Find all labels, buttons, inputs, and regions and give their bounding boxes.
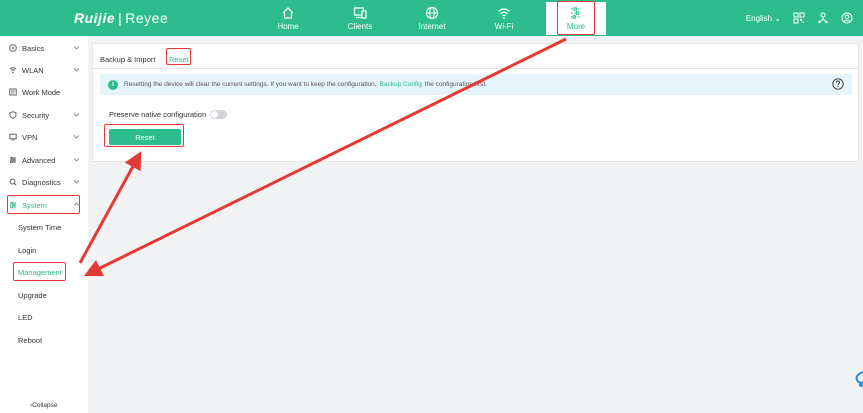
- info-text-end: the configuration first.: [424, 81, 487, 88]
- preserve-config-label: Preserve native configuration: [109, 110, 207, 119]
- sidebar-item-label: VPN: [22, 132, 38, 142]
- top-nav-bar: Ruijie | Reyee Home Clients Internet Wi-Fi…: [0, 0, 863, 36]
- sidebar-item-work-mode[interactable]: Work Mode: [0, 82, 88, 102]
- sidebar-subitem-led[interactable]: LED: [0, 307, 88, 327]
- info-icon: i: [108, 79, 118, 90]
- info-banner: i Resetting the device will clear the cu…: [100, 74, 852, 95]
- annotation-box-more: [557, 1, 595, 35]
- floating-assistant-icon[interactable]: [853, 370, 863, 388]
- language-label: English: [745, 13, 773, 23]
- basics-icon: [9, 44, 17, 52]
- user-account-icon[interactable]: [841, 12, 853, 24]
- annotation-box-management: [13, 262, 66, 281]
- sidebar-item-diagnostics[interactable]: Diagnostics: [0, 172, 88, 192]
- sidebar-item-label: Advanced: [22, 155, 56, 165]
- wifi-icon: [498, 7, 510, 19]
- brand-name-right: Reyee: [125, 10, 169, 26]
- chevron-down-icon: [73, 113, 80, 117]
- nav-home[interactable]: Home: [258, 0, 318, 36]
- sidebar-subitem-label: LED: [18, 312, 33, 322]
- arrow-management-to-reset: [78, 151, 142, 264]
- tab-backup-import[interactable]: Backup & Import: [100, 55, 155, 64]
- globe-icon: [425, 6, 439, 19]
- sidebar-item-basics[interactable]: Basics: [0, 38, 88, 58]
- sidebar-subitem-reboot[interactable]: Reboot: [0, 330, 88, 350]
- clients-icon: [353, 6, 367, 19]
- nav-wifi-label: Wi-Fi: [494, 21, 514, 31]
- collapse-button[interactable]: ‹Collapse: [30, 402, 57, 409]
- language-selector[interactable]: English ⌄: [746, 14, 781, 23]
- sidebar-item-vpn[interactable]: VPN: [0, 127, 88, 147]
- sidebar-item-advanced[interactable]: Advanced: [0, 150, 88, 170]
- reset-panel: Backup & Import Reset i Resetting the de…: [92, 43, 859, 162]
- brand-logo: Ruijie | Reyee: [74, 10, 168, 26]
- annotation-box-reset-tab: [166, 48, 191, 65]
- vpn-icon: [9, 133, 17, 141]
- help-icon[interactable]: [832, 78, 844, 90]
- nav-clients-label: Clients: [347, 21, 373, 31]
- security-icon: [9, 111, 17, 119]
- workmode-icon: [9, 88, 17, 96]
- tab-divider: [93, 68, 858, 69]
- sidebar-item-label: Security: [22, 110, 50, 120]
- network-icon[interactable]: [817, 12, 829, 24]
- brand-name-left: Ruijie: [74, 10, 116, 26]
- sidebar-subitem-label: Reboot: [18, 335, 43, 345]
- qr-code-icon[interactable]: [793, 12, 805, 24]
- collapse-label: Collapse: [32, 402, 58, 409]
- annotation-box-system: [7, 195, 80, 214]
- sidebar-subitem-label: System Time: [18, 222, 62, 232]
- nav-internet-label: Internet: [418, 21, 446, 31]
- nav-wifi[interactable]: Wi-Fi: [474, 0, 534, 36]
- sidebar-item-wlan[interactable]: WLAN: [0, 60, 88, 80]
- wlan-icon: [9, 67, 17, 74]
- chevron-down-icon: [73, 158, 80, 162]
- annotation-box-reset-button: [104, 124, 184, 147]
- diagnostics-icon: [9, 178, 17, 186]
- sidebar-subitem-label: Upgrade: [18, 290, 47, 300]
- header-tools: English ⌄: [746, 12, 853, 24]
- chevron-down-icon: ⌄: [774, 13, 781, 23]
- advanced-icon: [10, 156, 16, 164]
- chevron-down-icon: [73, 68, 80, 72]
- sidebar-subitem-login[interactable]: Login: [0, 240, 88, 260]
- sidebar-subitem-upgrade[interactable]: Upgrade: [0, 285, 88, 305]
- sidebar-item-security[interactable]: Security: [0, 105, 88, 125]
- brand-separator: |: [118, 10, 123, 26]
- sidebar-item-label: Basics: [22, 43, 45, 53]
- info-text: Resetting the device will clear the curr…: [124, 81, 377, 88]
- sidebar: Basics WLAN Work Mode Security VPN Advan…: [0, 36, 88, 413]
- nav-internet[interactable]: Internet: [402, 0, 462, 36]
- chevron-down-icon: [73, 180, 80, 184]
- sidebar-subitem-system-time[interactable]: System Time: [0, 217, 88, 237]
- nav-home-label: Home: [277, 21, 299, 31]
- chevron-down-icon: [73, 46, 80, 50]
- chevron-down-icon: [73, 135, 80, 139]
- sidebar-subitem-label: Login: [18, 245, 37, 255]
- backup-config-link[interactable]: Backup Config: [380, 81, 422, 88]
- home-icon: [282, 6, 294, 19]
- sidebar-item-label: WLAN: [22, 65, 44, 75]
- sidebar-item-label: Diagnostics: [22, 177, 61, 187]
- sidebar-item-label: Work Mode: [22, 87, 61, 97]
- preserve-config-toggle[interactable]: [210, 110, 228, 119]
- preserve-config-row: Preserve native configuration: [109, 110, 228, 119]
- nav-clients[interactable]: Clients: [330, 0, 390, 36]
